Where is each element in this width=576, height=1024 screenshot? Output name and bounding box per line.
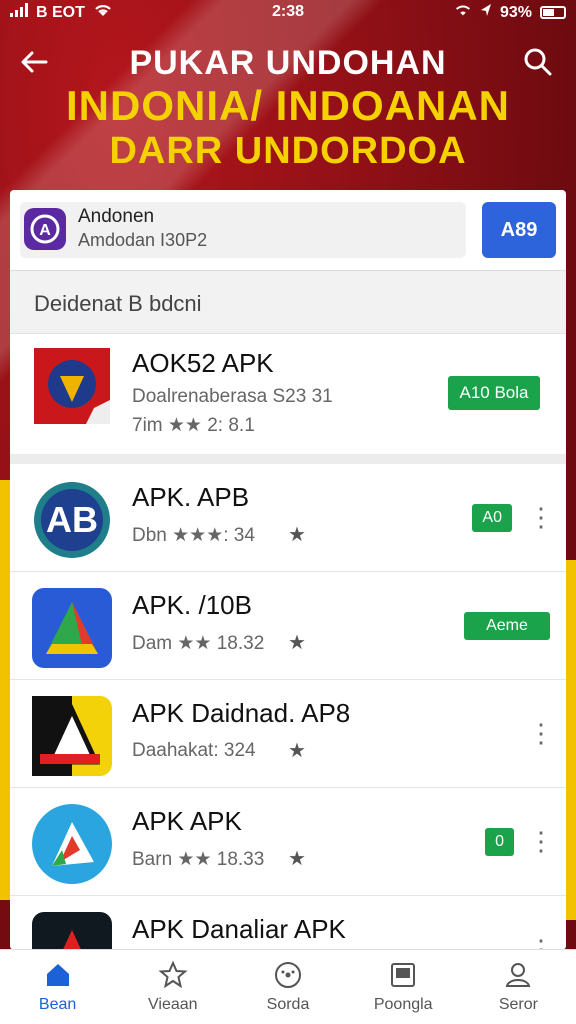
app-subtitle: Dam ★★ 18.32 [132, 633, 265, 654]
app-name: APK. /10B [132, 590, 252, 620]
app-list-card: A Andonen Amdodan I30P2 A89 Deidenat B b… [10, 190, 566, 950]
nav-item-profile[interactable]: Seror [461, 950, 576, 1024]
app-icon: A [24, 208, 66, 250]
app-name: APK. APB [132, 482, 250, 512]
wifi-icon [454, 3, 472, 22]
banner-line-2: DARR UNDORDOA [109, 130, 467, 172]
list-item[interactable]: AB APK. APB Dbn ★★★: 34 ★ A0 ⋮ [10, 464, 566, 572]
list-item[interactable]: APK Danaliar APK ⋮ [10, 896, 566, 950]
list-item[interactable]: APK. /10B Dam ★★ 18.32 ★ Aeme [10, 572, 566, 680]
section-header: Deidenat B bdcni [10, 271, 566, 334]
featured-app-rating: 7im ★★ 2: 8.1 [132, 415, 255, 436]
top-app-item[interactable]: A Andonen Amdodan I30P2 A89 [10, 190, 566, 271]
banner-line-1: INDONIA/ INDOANAN [66, 82, 510, 129]
search-button[interactable] [522, 46, 562, 86]
nav-item-library[interactable]: Poongla [346, 950, 461, 1024]
star-icon: ★ [288, 524, 306, 546]
svg-text:AB: AB [46, 499, 98, 540]
app-icon [32, 588, 112, 668]
compass-icon [275, 962, 301, 988]
more-options-icon[interactable]: ⋮ [528, 934, 554, 950]
top-app-name: Andonen [78, 206, 155, 227]
section-title: Deidenat B bdcni [34, 291, 202, 316]
more-options-icon[interactable]: ⋮ [528, 718, 554, 748]
star-icon: ★ [288, 632, 306, 654]
app-name: APK Danaliar APK [132, 914, 346, 944]
header: PUKAR UNDOHAN INDONIA/ INDOANAN DARR UND… [0, 30, 576, 190]
status-bar: B EOT 2:38 93% [0, 0, 576, 26]
background-stripe-right [566, 560, 576, 920]
app-action-button[interactable]: Aeme [464, 612, 550, 640]
app-icon [32, 912, 112, 950]
battery-percent: 93% [499, 3, 532, 21]
app-name: APK Daidnad. AP8 [132, 698, 351, 728]
list-item[interactable]: APK APK Barn ★★ 18.33 ★ 0 ⋮ [10, 788, 566, 896]
battery-icon [540, 6, 566, 19]
app-icon: AB [32, 480, 112, 560]
star-icon: ★ [288, 740, 306, 762]
app-subtitle: Dbn ★★★: 34 [132, 525, 255, 546]
app-action-button[interactable]: 0 [485, 828, 514, 856]
app-subtitle: Daahakat: 324 [132, 740, 256, 761]
person-icon [506, 963, 531, 987]
nav-item-favorites[interactable]: Vieaan [115, 950, 230, 1024]
nav-label: Vieaan [148, 996, 198, 1013]
page-title: PUKAR UNDOHAN [129, 44, 447, 82]
featured-app-name: AOK52 APK [132, 348, 274, 378]
nav-label: Poongla [373, 996, 433, 1013]
nav-item-home[interactable]: Bean [0, 950, 115, 1024]
featured-app-subtitle: Doalrenaberasa S23 31 [132, 386, 333, 407]
tablet-icon [391, 963, 416, 987]
more-options-icon[interactable]: ⋮ [528, 826, 554, 856]
app-icon [34, 348, 110, 424]
featured-install-button[interactable]: A10 Bola [448, 376, 540, 410]
list-item[interactable]: APK Daidnad. AP8 Daahakat: 324 ★ ⋮ [10, 680, 566, 788]
app-action-button[interactable]: A0 [472, 504, 512, 532]
search-icon [524, 48, 552, 76]
home-icon [46, 964, 69, 986]
featured-app[interactable]: AOK52 APK Doalrenaberasa S23 31 7im ★★ 2… [10, 334, 566, 464]
star-icon [158, 960, 188, 989]
top-app-subtitle: Amdodan I30P2 [78, 230, 208, 250]
bottom-navigation: Bean Vieaan Sorda Poongla Seror [0, 949, 576, 1024]
background-stripe-left [0, 480, 10, 900]
app-subtitle: Barn ★★ 18.33 [132, 849, 265, 870]
star-icon: ★ [288, 848, 306, 870]
nav-label: Bean [38, 996, 77, 1013]
more-options-icon[interactable]: ⋮ [528, 502, 554, 532]
nav-label: Seror [498, 996, 538, 1013]
top-app-action-button[interactable]: A89 [482, 202, 556, 258]
svg-text:A: A [39, 222, 51, 239]
app-icon [32, 804, 112, 884]
location-icon [480, 3, 492, 22]
app-icon [32, 696, 112, 776]
nav-item-explore[interactable]: Sorda [230, 950, 345, 1024]
nav-label: Sorda [266, 996, 310, 1013]
app-name: APK APK [132, 806, 242, 836]
